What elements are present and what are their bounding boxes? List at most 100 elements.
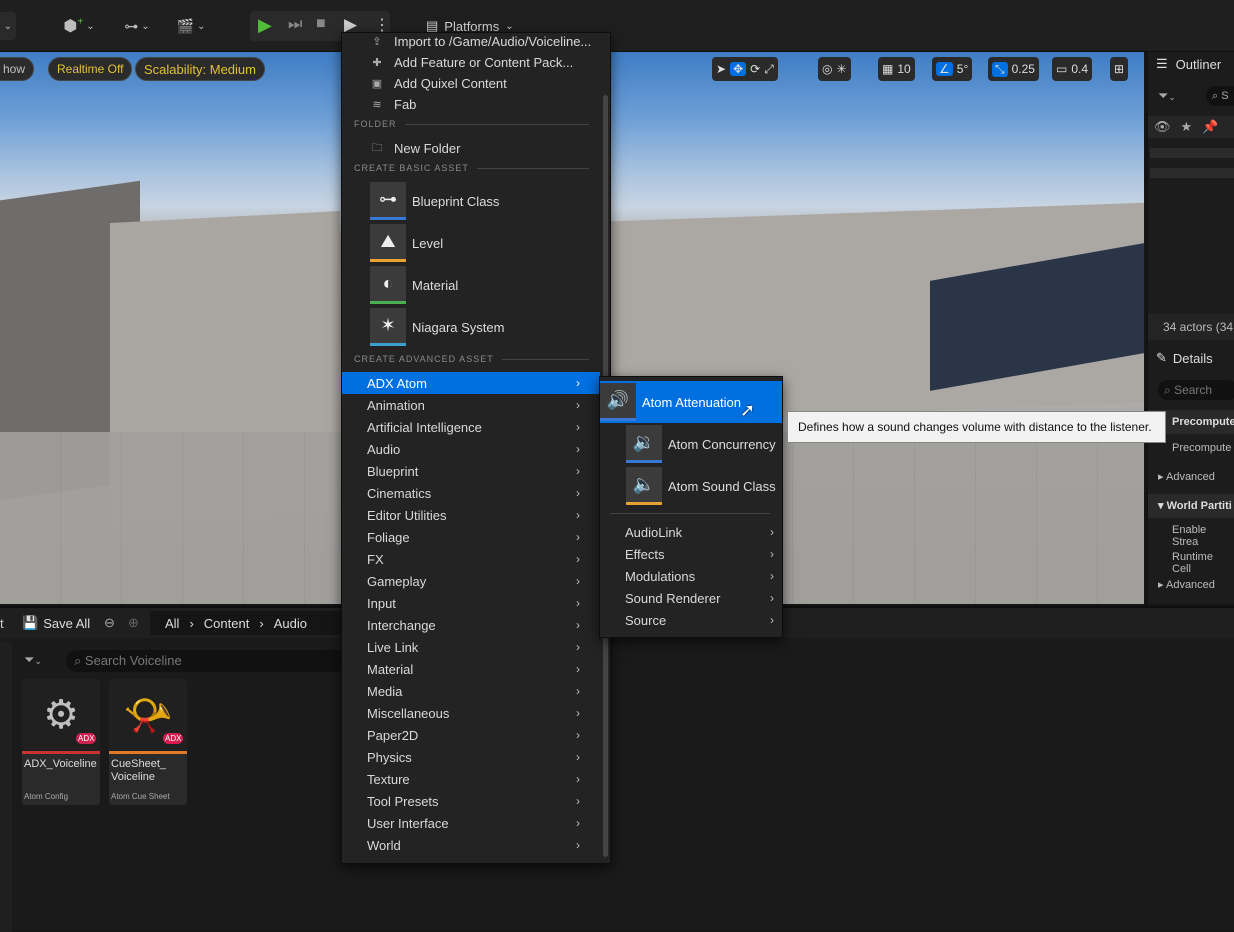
realtime-toggle[interactable]: Realtime Off xyxy=(48,57,133,81)
menu-item-label: Niagara System xyxy=(412,319,505,335)
world-icon[interactable]: ◎ xyxy=(822,62,832,76)
menu-item-physics[interactable]: Physics › xyxy=(342,746,600,768)
breadcrumb-audio[interactable]: Audio xyxy=(274,616,307,631)
import-label[interactable]: t xyxy=(0,616,4,631)
menu-item-niagara[interactable]: ✶ Niagara System xyxy=(370,307,504,347)
chevron-right-icon: › xyxy=(770,569,774,583)
submenu-item-source[interactable]: Source › xyxy=(600,609,782,631)
menu-item-texture[interactable]: Texture › xyxy=(342,768,600,790)
menu-item-quixel[interactable]: ▣ Add Quixel Content xyxy=(342,72,600,94)
rotate-icon[interactable]: ⟳ xyxy=(750,62,760,76)
menu-item-import[interactable]: ⇪ Import to /Game/Audio/Voiceline... xyxy=(342,30,600,52)
scalability-button[interactable]: Scalability: Medium xyxy=(135,57,265,81)
menu-item-audio[interactable]: Audio › xyxy=(342,438,600,460)
menu-item-label: Tool Presets xyxy=(367,793,439,809)
details-advanced[interactable]: ▸ Advanced xyxy=(1158,578,1215,591)
menu-item-label: Material xyxy=(412,277,459,293)
breadcrumb-content[interactable]: Content xyxy=(204,616,250,631)
surface-snap-icon[interactable]: ✳ xyxy=(836,62,846,76)
scale-snap[interactable]: ⤡ 0.25 xyxy=(988,57,1039,81)
menu-item-tool-presets[interactable]: Tool Presets › xyxy=(342,790,600,812)
pin-icon[interactable]: 📌 xyxy=(1202,119,1218,135)
menu-item-world[interactable]: World › xyxy=(342,834,600,856)
menu-item-miscellaneous[interactable]: Miscellaneous › xyxy=(342,702,600,724)
menu-item-user-interface[interactable]: User Interface › xyxy=(342,812,600,834)
search-icon: ⌕ xyxy=(74,653,82,668)
menu-item-label: Cinematics xyxy=(367,485,432,501)
details-category-label: World Partiti xyxy=(1166,500,1232,512)
move-icon[interactable]: ✥ xyxy=(730,62,747,76)
menu-item-fx[interactable]: FX › xyxy=(342,548,600,570)
eye-icon[interactable]: 👁 xyxy=(1154,119,1171,135)
details-category[interactable]: ▾ World Partiti xyxy=(1148,494,1234,518)
star-icon[interactable]: ★ xyxy=(1181,119,1193,135)
menu-item-fab[interactable]: ≋ Fab xyxy=(342,93,600,115)
menu-item-paper2d[interactable]: Paper2D › xyxy=(342,724,600,746)
menu-item-label: Fab xyxy=(394,96,417,112)
details-search-input[interactable]: ⌕ Search xyxy=(1158,380,1234,400)
asset-search-input[interactable]: ⌕ Search Voiceline xyxy=(66,650,346,672)
outliner-search-input[interactable]: ⌕ S xyxy=(1206,86,1234,106)
asset-tile[interactable]: 📯 ADX CueSheet_ Voiceline Atom Cue Sheet xyxy=(109,679,187,805)
asset-search-placeholder: Search Voiceline xyxy=(84,653,182,668)
menu-item-label: Atom Sound Class xyxy=(668,478,776,494)
layout-button[interactable]: ⊞ xyxy=(1110,57,1129,81)
menu-item-level[interactable]: ⛰ Level xyxy=(370,223,443,263)
menu-item-atom-concurrency[interactable]: 🔉 Atom Concurrency xyxy=(600,423,782,465)
menu-item-live-link[interactable]: Live Link › xyxy=(342,636,600,658)
blueprint-menu-button[interactable]: ⊶ ⌄ xyxy=(116,12,158,40)
menu-item-new-folder[interactable]: 🗀 New Folder xyxy=(342,137,600,159)
submenu-item-audiolink[interactable]: AudioLink › xyxy=(600,521,782,543)
menu-item-cinematics[interactable]: Cinematics › xyxy=(342,482,600,504)
mode-dropdown[interactable]: ⌄ xyxy=(0,12,16,40)
filter-button[interactable]: ⏷⌄ xyxy=(1158,88,1176,104)
show-button[interactable]: how xyxy=(0,57,35,81)
outliner-row[interactable] xyxy=(1150,148,1234,158)
menu-item-label: Add Feature or Content Pack... xyxy=(394,54,574,70)
back-icon[interactable]: ⊖ xyxy=(104,615,115,631)
menu-item-add-feature[interactable]: ✚ Add Feature or Content Pack... xyxy=(342,51,600,73)
forward-icon[interactable]: ⊕ xyxy=(128,615,139,631)
play-icon[interactable]: ▶ xyxy=(258,15,272,36)
angle-snap[interactable]: ∠ 5° xyxy=(932,57,973,81)
menu-item-artificial-intelligence[interactable]: Artificial Intelligence › xyxy=(342,416,600,438)
menu-item-blueprint-class[interactable]: ⊶ Blueprint Class xyxy=(370,181,499,221)
details-advanced[interactable]: ▸ Advanced xyxy=(1158,470,1215,483)
menu-item-gameplay[interactable]: Gameplay › xyxy=(342,570,600,592)
chevron-right-icon: › xyxy=(189,615,194,631)
menu-item-media[interactable]: Media › xyxy=(342,680,600,702)
menu-item-material[interactable]: ◐ Material xyxy=(370,265,458,305)
menu-item-material[interactable]: Material › xyxy=(342,658,600,680)
grid-snap[interactable]: ▦ 10 xyxy=(878,57,915,81)
menu-item-animation[interactable]: Animation › xyxy=(342,394,600,416)
menu-item-foliage[interactable]: Foliage › xyxy=(342,526,600,548)
menu-item-atom-sound-class[interactable]: 🔈 Atom Sound Class xyxy=(600,465,782,507)
clapperboard-icon: 🎬 xyxy=(176,17,195,34)
stop-icon[interactable]: ■ xyxy=(316,15,326,33)
cinematics-menu-button[interactable]: 🎬 ⌄ xyxy=(170,12,212,40)
asset-tile[interactable]: ⚙ ADX ADX_Voiceline Atom Config xyxy=(22,679,100,805)
chevron-right-icon: › xyxy=(576,442,580,456)
filter-button[interactable]: ⏷⌄ xyxy=(24,652,42,668)
submenu-item-effects[interactable]: Effects › xyxy=(600,543,782,565)
submenu-item-sound-renderer[interactable]: Sound Renderer › xyxy=(600,587,782,609)
save-all-button[interactable]: 💾 Save All xyxy=(22,615,90,631)
menu-item-label: Import to /Game/Audio/Voiceline... xyxy=(394,33,592,49)
menu-item-adx-atom[interactable]: ADX Atom › xyxy=(342,372,600,394)
menu-item-blueprint[interactable]: Blueprint › xyxy=(342,460,600,482)
outliner-row[interactable] xyxy=(1150,168,1234,178)
step-icon[interactable]: ⏭ xyxy=(288,16,302,34)
submenu-item-modulations[interactable]: Modulations › xyxy=(600,565,782,587)
adx-atom-submenu: 🔊 Atom Attenuation 🔉 Atom Concurrency 🔈 Ato… xyxy=(599,376,783,638)
chevron-right-icon: › xyxy=(576,552,580,566)
scale-icon[interactable]: ⤢ xyxy=(764,62,774,77)
section-basic-asset: CREATE BASIC ASSET xyxy=(354,163,589,173)
add-actor-button[interactable]: ⬢+ ⌄ xyxy=(58,12,100,40)
select-icon[interactable]: ➤ xyxy=(716,62,726,76)
menu-item-input[interactable]: Input › xyxy=(342,592,600,614)
chevron-right-icon: › xyxy=(259,615,264,631)
menu-item-editor-utilities[interactable]: Editor Utilities › xyxy=(342,504,600,526)
camera-speed[interactable]: ▭ 0.4 xyxy=(1052,57,1093,81)
breadcrumb-all[interactable]: All xyxy=(165,616,179,631)
menu-item-interchange[interactable]: Interchange › xyxy=(342,614,600,636)
